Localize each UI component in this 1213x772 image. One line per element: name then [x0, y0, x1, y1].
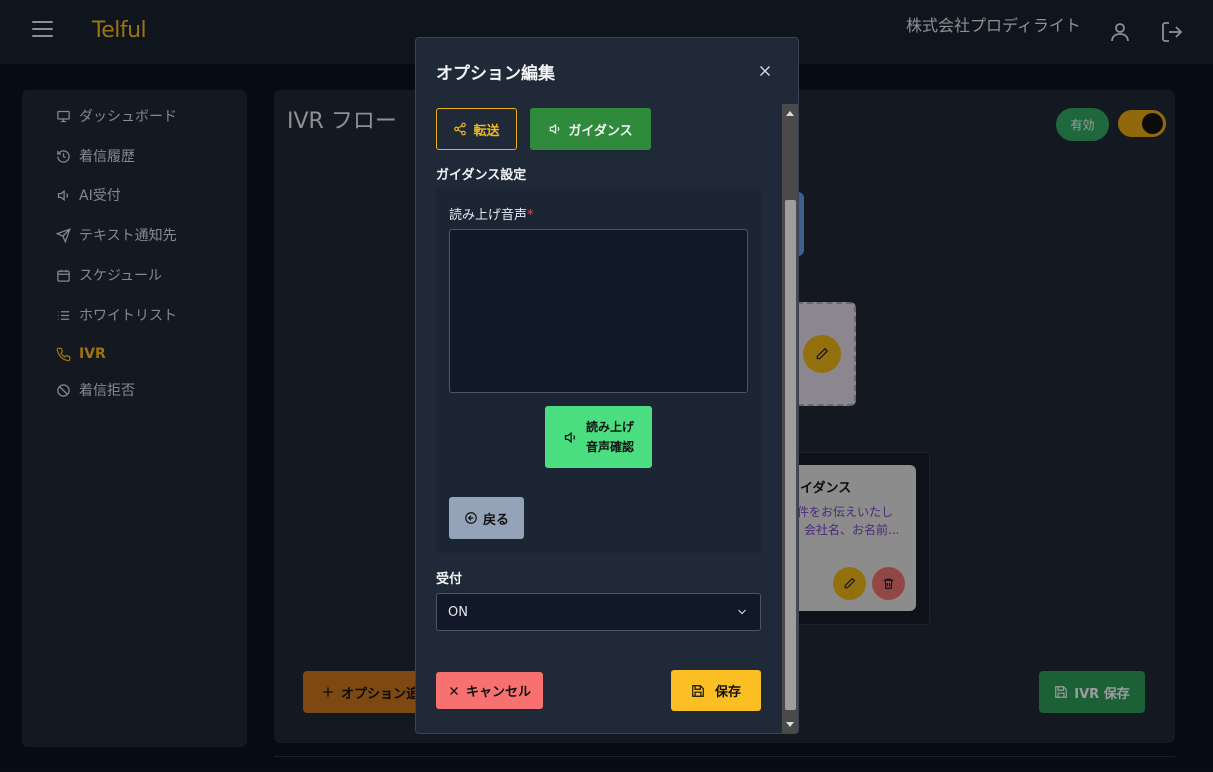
guidance-settings-title: ガイダンス設定	[436, 168, 527, 183]
scroll-down-arrow[interactable]	[786, 722, 794, 727]
preview-label-line: 音声確認	[585, 440, 634, 454]
speaker-icon	[550, 123, 560, 135]
back-button[interactable]: 戻る	[449, 497, 524, 539]
close-icon	[450, 686, 458, 695]
close-icon[interactable]	[756, 62, 774, 80]
tab-label: ガイダンス	[568, 123, 633, 139]
speaker-icon	[564, 431, 576, 443]
speech-text-input[interactable]	[449, 229, 748, 393]
preview-label: 読み上げ 音声確認	[586, 417, 634, 457]
back-label: 戻る	[482, 512, 509, 528]
share-icon	[454, 122, 467, 136]
save-icon	[692, 684, 704, 697]
cancel-label: キャンセル	[465, 685, 531, 700]
speech-label-text: 読み上げ音声	[449, 208, 528, 223]
tab-guidance[interactable]: ガイダンス	[530, 108, 651, 150]
speech-label: 読み上げ音声*	[449, 204, 534, 223]
tab-transfer[interactable]: 転送	[436, 108, 517, 150]
modal-title: オプション編集	[436, 64, 555, 84]
chevron-down-icon	[738, 609, 746, 615]
save-button[interactable]: 保存	[671, 670, 761, 711]
save-label: 保存	[714, 685, 741, 700]
preview-label-line: 読み上げ	[585, 420, 634, 434]
accept-label: 受付	[436, 572, 463, 587]
scroll-up-arrow[interactable]	[786, 111, 794, 116]
required-mark: *	[527, 208, 534, 223]
accept-select[interactable]: ON	[436, 593, 761, 631]
accept-select-value: ON	[448, 604, 468, 620]
cancel-button[interactable]: キャンセル	[436, 672, 543, 709]
arrow-left-circle-icon	[465, 512, 477, 524]
tab-label: 転送	[473, 123, 500, 139]
scrollbar-thumb[interactable]	[785, 200, 796, 710]
speech-preview-button[interactable]: 読み上げ 音声確認	[545, 406, 652, 468]
option-edit-modal: オプション編集 転送 ガイダンス ガイダンス設定 読み上げ音声* 読み上げ 音声…	[415, 37, 799, 734]
